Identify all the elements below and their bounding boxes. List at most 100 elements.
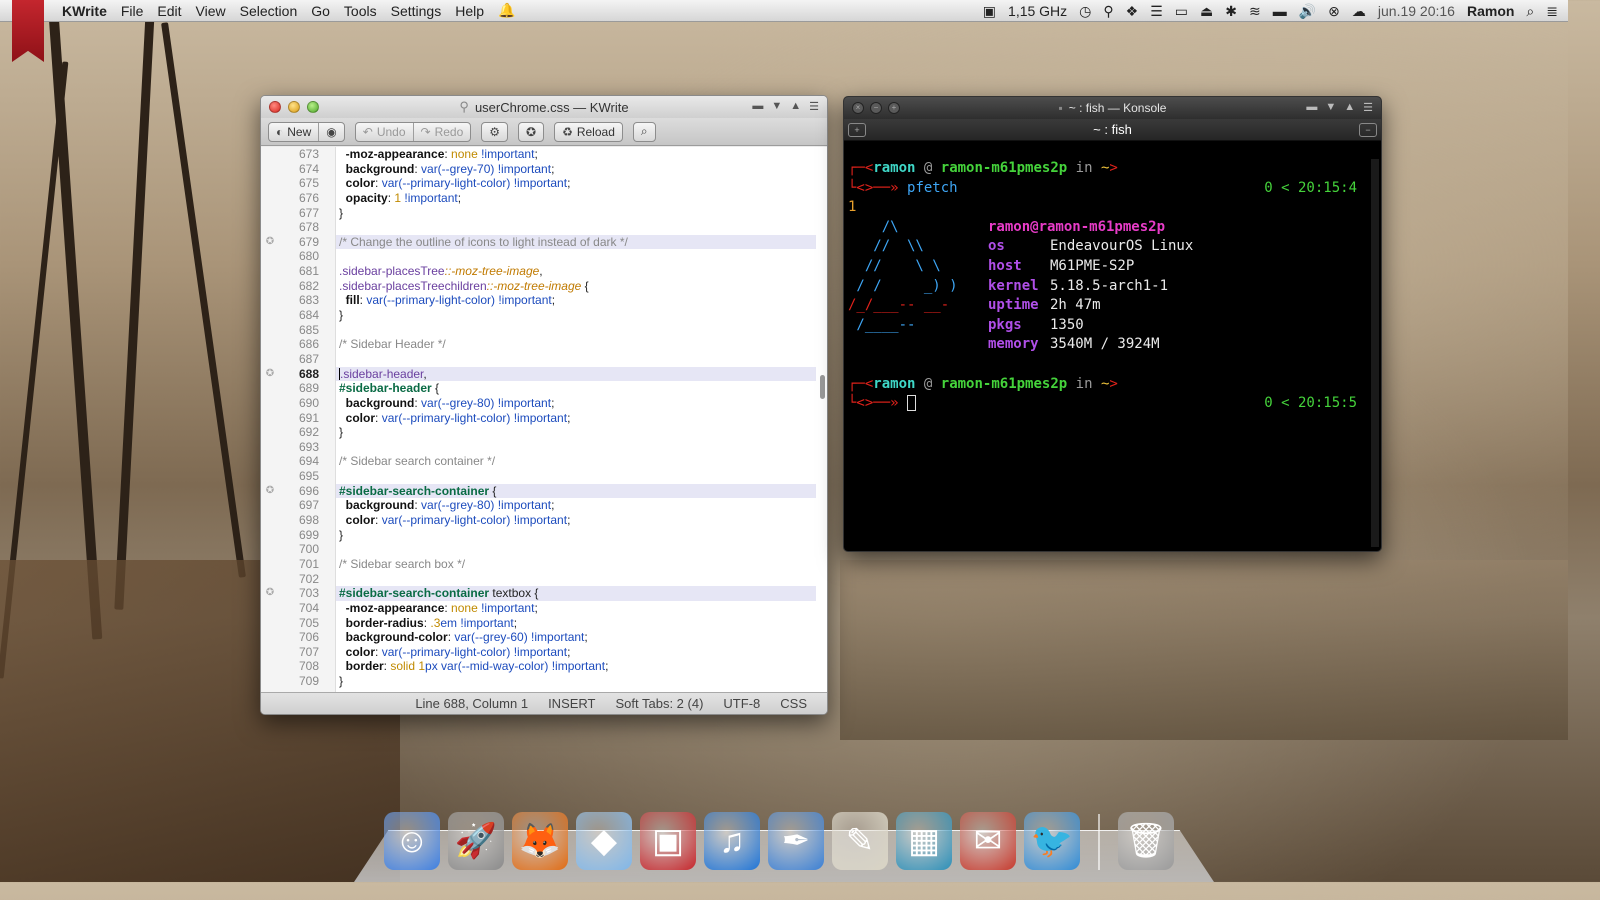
line-number[interactable]: 699 xyxy=(261,528,335,543)
menu-file[interactable]: File xyxy=(121,3,144,19)
code-line[interactable]: .sidebar-header, xyxy=(336,366,816,382)
line-number[interactable]: 686 xyxy=(261,337,335,352)
menu-settings[interactable]: Settings xyxy=(391,3,442,19)
menu-help[interactable]: Help xyxy=(455,3,484,19)
close-circle-icon[interactable]: ⊗ xyxy=(1328,3,1340,20)
line-number[interactable]: 674 xyxy=(261,162,335,177)
code-line[interactable]: #sidebar-header { xyxy=(336,381,827,396)
line-number[interactable]: 701 xyxy=(261,557,335,572)
chevron-down-icon[interactable]: ▼ xyxy=(1325,101,1336,114)
bookmark-icon[interactable]: ✪ xyxy=(261,586,279,601)
cpu-frequency[interactable]: 1,15 GHz xyxy=(1008,3,1067,19)
code-line[interactable]: border: solid 1px var(--mid-way-color) !… xyxy=(336,659,827,674)
bookmark-slot[interactable] xyxy=(261,279,279,294)
terminal-output[interactable]: ┌─<ramon @ ramon-m61pmes2p in ~> └<>──» … xyxy=(848,159,1367,551)
bookmark-icon[interactable]: ✪ xyxy=(261,235,279,250)
code-line[interactable] xyxy=(336,220,827,235)
bookmark-button[interactable]: ✪ xyxy=(519,123,543,141)
code-line[interactable]: } xyxy=(336,308,827,323)
line-number[interactable]: 709 xyxy=(261,674,335,689)
maximize-button[interactable]: + xyxy=(888,102,900,114)
chevron-down-icon[interactable]: ▼ xyxy=(771,100,782,113)
line-number[interactable]: 700 xyxy=(261,542,335,557)
shade-icon[interactable]: ▬ xyxy=(752,100,763,113)
line-number[interactable]: 708 xyxy=(261,659,335,674)
bookmark-slot[interactable] xyxy=(261,440,279,455)
tab-settings[interactable]: Soft Tabs: 2 (4) xyxy=(616,696,704,711)
bookmark-slot[interactable] xyxy=(261,674,279,689)
bluetooth-icon[interactable]: ✱ xyxy=(1225,3,1237,20)
code-line[interactable] xyxy=(336,572,827,587)
menu-edit[interactable]: Edit xyxy=(157,3,181,19)
line-number[interactable]: 694 xyxy=(261,454,335,469)
code-view[interactable]: -moz-appearance: none !important; backgr… xyxy=(336,147,827,692)
code-line[interactable]: background: var(--grey-80) !important; xyxy=(336,396,827,411)
code-line[interactable]: } xyxy=(336,528,827,543)
line-number[interactable]: 680 xyxy=(261,249,335,264)
pin-icon[interactable]: ⚲ xyxy=(1103,3,1113,20)
chevron-up-icon[interactable]: ▲ xyxy=(1344,101,1355,114)
clock[interactable]: jun.19 20:16 xyxy=(1378,3,1455,19)
finder-icon[interactable]: ☺ xyxy=(384,812,440,870)
line-number[interactable]: 687 xyxy=(261,352,335,367)
line-number[interactable]: 695 xyxy=(261,469,335,484)
menu-selection[interactable]: Selection xyxy=(240,3,298,19)
reload-button[interactable]: ♻ Reload xyxy=(555,123,622,141)
bookmark-slot[interactable] xyxy=(261,411,279,426)
undo-button[interactable]: ↶ Undo xyxy=(356,122,414,141)
bookmark-slot[interactable] xyxy=(261,616,279,631)
code-line[interactable] xyxy=(336,542,827,557)
code-line[interactable]: background: var(--grey-80) !important; xyxy=(336,498,827,513)
konsole-titlebar[interactable]: × − + ▪ ~ : fish — Konsole ▬ ▼ ▲ ☰ xyxy=(844,97,1381,119)
twitter-bird-icon[interactable]: 🐦 xyxy=(1024,812,1080,870)
line-number[interactable]: ✪ 679 xyxy=(261,235,335,250)
chevron-up-icon[interactable]: ▲ xyxy=(790,100,801,113)
code-line[interactable]: background-color: var(--grey-60) !import… xyxy=(336,630,827,645)
bookmark-slot[interactable] xyxy=(261,659,279,674)
code-line[interactable]: color: var(--primary-light-color) !impor… xyxy=(336,645,827,660)
minimize-button[interactable]: − xyxy=(870,102,882,114)
line-number-gutter[interactable]: 673 674 675 676 677 678 ✪ 679 680 681 682 683 684 685… xyxy=(261,147,336,692)
line-number[interactable]: 682 xyxy=(261,279,335,294)
photos-icon[interactable]: ▦ xyxy=(896,812,952,870)
bookmark-slot[interactable] xyxy=(261,557,279,572)
bookmark-slot[interactable] xyxy=(261,249,279,264)
battery-icon[interactable]: ▬ xyxy=(1273,3,1287,19)
bookmark-slot[interactable] xyxy=(261,308,279,323)
line-number[interactable]: 693 xyxy=(261,440,335,455)
syntax-mode[interactable]: CSS xyxy=(780,696,807,711)
settings-button[interactable]: ⚙ xyxy=(482,123,507,141)
encoding[interactable]: UTF-8 xyxy=(723,696,760,711)
volume-icon[interactable]: 🔊 xyxy=(1299,3,1316,20)
maximize-button[interactable] xyxy=(307,101,319,113)
bookmark-slot[interactable] xyxy=(261,601,279,616)
code-line[interactable]: fill: var(--primary-light-color) !import… xyxy=(336,293,827,308)
close-tab-button[interactable]: − xyxy=(1359,123,1377,137)
itunes-icon[interactable]: ♫ xyxy=(704,812,760,870)
quill-icon[interactable]: ✒ xyxy=(768,812,824,870)
line-number[interactable]: 678 xyxy=(261,220,335,235)
code-line[interactable]: color: var(--primary-light-color) !impor… xyxy=(336,411,827,426)
bookmark-slot[interactable] xyxy=(261,645,279,660)
bookmark-slot[interactable] xyxy=(261,454,279,469)
terminal-scrollbar[interactable] xyxy=(1371,159,1379,547)
bookmark-slot[interactable] xyxy=(261,191,279,206)
code-line[interactable]: .sidebar-placesTreechildren::-moz-tree-i… xyxy=(336,279,827,294)
find-button[interactable]: ⌕ xyxy=(634,123,655,141)
line-number[interactable]: ✪ 703 xyxy=(261,586,335,601)
code-line[interactable]: } xyxy=(336,425,827,440)
bookmark-slot[interactable] xyxy=(261,528,279,543)
bookmark-slot[interactable] xyxy=(261,542,279,557)
launchpad-icon[interactable]: 🚀 xyxy=(448,812,504,870)
bookmark-slot[interactable] xyxy=(261,469,279,484)
redo-button[interactable]: ↷ Redo xyxy=(414,123,471,141)
user-name[interactable]: Ramon xyxy=(1467,3,1514,19)
line-number[interactable]: 683 xyxy=(261,293,335,308)
code-line[interactable]: } xyxy=(336,206,827,221)
line-number[interactable]: 707 xyxy=(261,645,335,660)
bookmark-slot[interactable] xyxy=(261,206,279,221)
terminal-icon[interactable]: ▣ xyxy=(983,3,996,20)
code-line[interactable]: .sidebar-placesTree::-moz-tree-image, xyxy=(336,264,827,279)
line-number[interactable]: 675 xyxy=(261,176,335,191)
bookmark-slot[interactable] xyxy=(261,513,279,528)
